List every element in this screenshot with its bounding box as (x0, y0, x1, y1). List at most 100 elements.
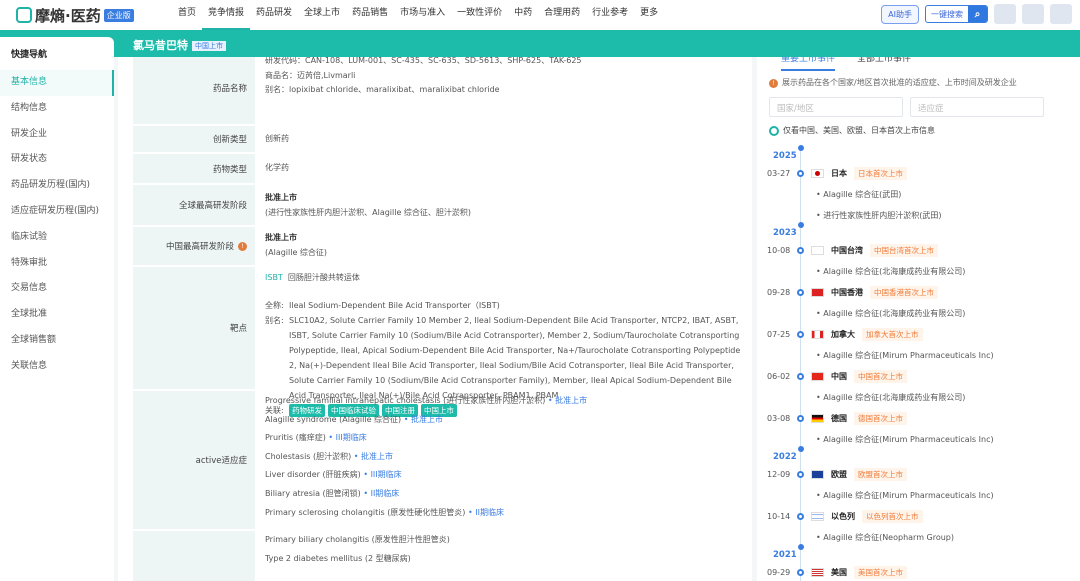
timeline-event[interactable]: 09-29 美国 美国首次上市 (767, 562, 1080, 581)
indication-select[interactable]: 适应症 (910, 97, 1044, 117)
nav-item[interactable]: 行业参考 (586, 0, 634, 30)
value: 批准上市 (265, 233, 297, 242)
nav-item[interactable]: 一致性评价 (451, 0, 508, 30)
logo[interactable]: 摩熵·医药 企业版 (16, 5, 172, 26)
row-china-stage: 中国最高研发阶段! 批准上市 (Alagille 综合征) (133, 227, 752, 267)
sidebar-item[interactable]: 全球批准 (0, 302, 114, 328)
timeline-event[interactable]: 10-14 以色列 以色列首次上市 (767, 506, 1080, 527)
row-global-stage: 全球最高研发阶段 批准上市 (进行性家族性肝内胆汁淤积、Alagille 综合征、胆… (133, 185, 752, 227)
indication-name[interactable]: Alagille syndrome (Alagille 综合征) (265, 415, 401, 424)
flag-ca-icon (811, 330, 824, 339)
sidebar-item[interactable]: 基本信息 (0, 70, 114, 96)
sidebar-item[interactable]: 关联信息 (0, 354, 114, 380)
search-icon[interactable]: ⌕ (968, 6, 987, 22)
timeline-event[interactable]: 03-08 德国 德国首次上市 (767, 408, 1080, 429)
event-indication: • Alagille 综合征(Mirum Pharmaceuticals Inc… (816, 435, 994, 444)
nav-item[interactable]: 首页 (172, 0, 202, 30)
event-country: 以色列 (831, 512, 855, 521)
first-launch-badge: 欧盟首次上市 (854, 468, 907, 481)
indication-stage[interactable]: • 批准上市 (354, 452, 393, 461)
indication-name[interactable]: Progressive familial intrahepatic choles… (265, 396, 545, 405)
user-avatar[interactable] (1050, 4, 1072, 24)
sidebar-item[interactable]: 临床试验 (0, 225, 114, 251)
sidebar-item[interactable]: 交易信息 (0, 276, 114, 302)
tab-launch-events[interactable]: 重要上市事件 (781, 57, 836, 71)
indication-name[interactable]: Pruritis (瘙痒症) (265, 433, 326, 442)
timeline-event[interactable]: 09-28 中国香港 中国香港首次上市 (767, 282, 1080, 303)
ai-assistant-button[interactable]: AI助手 (881, 4, 919, 24)
label: 药物类型 (133, 154, 255, 183)
tip-text: 展示药品在各个国家/地区首次批准的适应症、上市时间及研发企业 (782, 78, 1017, 87)
indication-stage[interactable]: • II期临床 (363, 489, 399, 498)
nav-item[interactable]: 合理用药 (538, 0, 586, 30)
event-country: 德国 (831, 414, 847, 423)
timeline-event[interactable]: 07-25 加拿大 加拿大首次上市 (767, 324, 1080, 345)
sidebar-item[interactable]: 研发企业 (0, 122, 114, 148)
timeline: 2025 03-27 日本 日本首次上市 • Alagille 综合征(武田) • 进行性… (757, 145, 1080, 581)
nav-item[interactable]: 竞争情报 (202, 0, 251, 30)
event-indication: • Alagille 综合征(武田) (816, 190, 902, 199)
major-markets-toggle[interactable]: 仅看中国、美国、欧盟、日本首次上市信息 (757, 120, 1080, 141)
indication-item[interactable]: Primary biliary cholangitis (原发性胆汁性胆管炎) (265, 531, 742, 550)
indication-stage[interactable]: • 批准上市 (548, 396, 587, 405)
indication-name[interactable]: Biliary atresia (胆管闭锁) (265, 489, 361, 498)
indication-stage[interactable]: • III期临床 (363, 470, 401, 479)
indication-name[interactable]: Primary sclerosing cholangitis (原发性硬化性胆管… (265, 508, 465, 517)
sidebar-item[interactable]: 特殊审批 (0, 251, 114, 277)
event-date: 12-09 (767, 470, 791, 479)
label (133, 531, 255, 581)
indication-stage[interactable]: • III期临床 (328, 433, 366, 442)
radio-icon[interactable] (769, 125, 779, 136)
indication-name[interactable]: Cholestasis (胆汁淤积) (265, 452, 351, 461)
nav-item[interactable]: 市场与准入 (394, 0, 451, 30)
event-date: 07-25 (767, 330, 791, 339)
event-country: 美国 (831, 568, 847, 577)
timeline-dot-icon (797, 247, 804, 254)
label: 药品名称 (133, 57, 255, 124)
book-icon[interactable] (1022, 4, 1044, 24)
tab-launch-events[interactable]: 全部上市事件 (857, 57, 911, 71)
indication-item[interactable]: Type 2 diabetes mellitus (2 型糖尿病) (265, 550, 742, 569)
timeline-dot-icon (797, 471, 804, 478)
event-country: 中国香港 (831, 288, 863, 297)
target-name[interactable]: ISBT 回肠胆汁酸共转运体 (265, 270, 742, 285)
sidebar-item[interactable]: 全球销售额 (0, 328, 114, 354)
indication-stage[interactable]: • 批准上市 (404, 415, 443, 424)
row-target: 靶点 ISBT 回肠胆汁酸共转运体 全称: Ileal Sodium-Depend… (133, 267, 752, 417)
quick-search-input[interactable]: 一键搜索 (926, 6, 968, 22)
sidebar-item[interactable]: 适应症研发历程(国内) (0, 199, 114, 225)
tip: ! 展示药品在各个国家/地区首次批准的适应症、上市时间及研发企业 (757, 71, 1080, 94)
timeline-event[interactable]: 12-09 欧盟 欧盟首次上市 (767, 464, 1080, 485)
event-country: 中国台湾 (831, 246, 863, 255)
flag-tw-icon (811, 246, 824, 255)
info-icon[interactable]: ! (238, 241, 247, 251)
country-select[interactable]: 国家/地区 (769, 97, 903, 117)
timeline-year: 2022 (767, 446, 1080, 464)
nav-item[interactable]: 更多 (634, 0, 664, 30)
indication-item: Progressive familial intrahepatic choles… (265, 392, 742, 411)
event-indication: • Alagille 综合征(Mirum Pharmaceuticals Inc… (816, 491, 994, 500)
indication-name[interactable]: Liver disorder (肝脏疾病) (265, 470, 361, 479)
nav-item[interactable]: 全球上市 (298, 0, 346, 30)
timeline-event[interactable]: 10-08 中国台湾 中国台湾首次上市 (767, 240, 1080, 261)
nav-item[interactable]: 药品销售 (346, 0, 394, 30)
timeline-event[interactable]: 06-02 中国 中国首次上市 (767, 366, 1080, 387)
event-country: 欧盟 (831, 470, 847, 479)
flag-us-icon (811, 568, 824, 577)
first-launch-badge: 中国香港首次上市 (870, 286, 938, 299)
timeline-event[interactable]: 03-27 日本 日本首次上市 (767, 163, 1080, 184)
main-nav: 首页 竞争情报 药品研发 全球上市 药品销售 市场与准入 一致性评价 中药 合理用药 行业参考 更多 (172, 0, 664, 30)
row-active-indications: active适应症 Progressive familial intrahepat… (133, 391, 752, 531)
quick-search[interactable]: 一键搜索 ⌕ (925, 5, 988, 23)
nav-item[interactable]: 中药 (508, 0, 538, 30)
flag-de-icon (811, 414, 824, 423)
sidebar-item[interactable]: 药品研发历程(国内) (0, 173, 114, 199)
nav-item[interactable]: 药品研发 (250, 0, 298, 30)
vip-icon[interactable] (994, 4, 1016, 24)
sidebar-item[interactable]: 结构信息 (0, 96, 114, 122)
indication-stage[interactable]: • II期临床 (468, 508, 504, 517)
sidebar-item[interactable]: 研发状态 (0, 147, 114, 173)
indication-item: Pruritis (瘙痒症) • III期临床 (265, 429, 742, 448)
first-launch-badge: 以色列首次上市 (862, 510, 923, 523)
quick-nav-sidebar: 快捷导航 基本信息 结构信息 研发企业 研发状态 药品研发历程(国内) 适应症研发历程(国内… (0, 37, 114, 581)
